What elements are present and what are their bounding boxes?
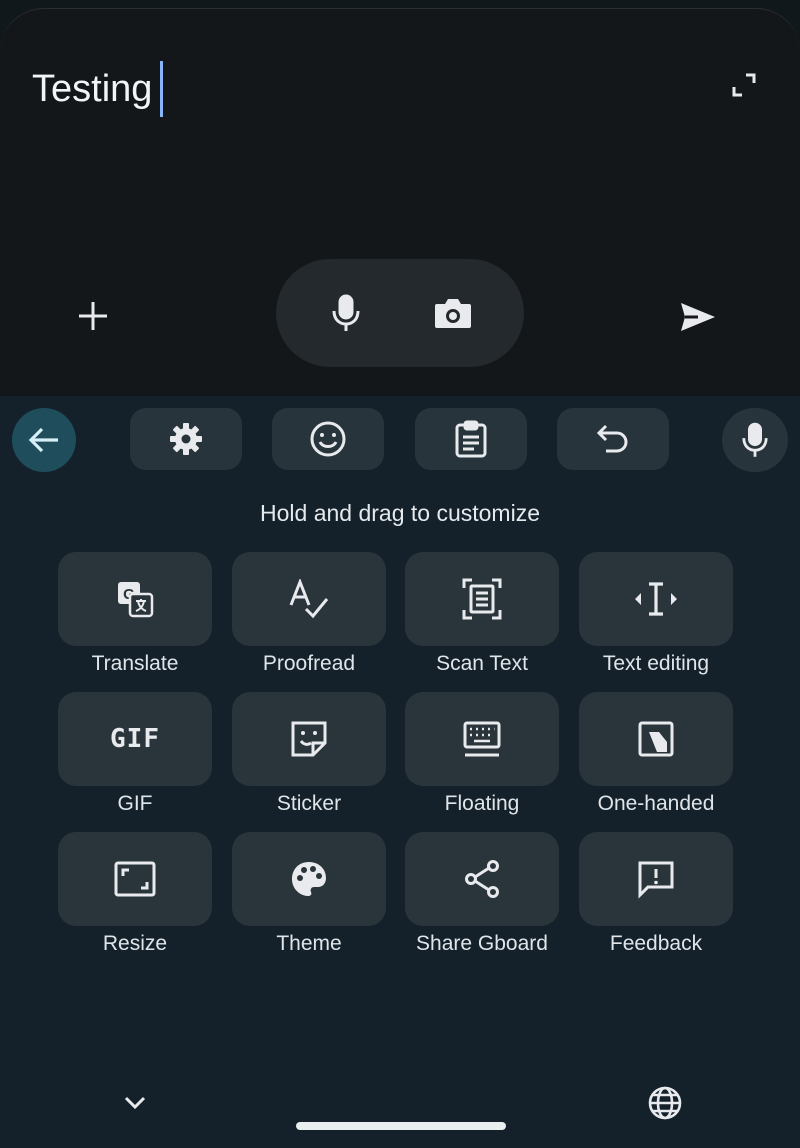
- tile-label: Feedback: [609, 932, 703, 955]
- message-text: Testing: [32, 67, 153, 110]
- tile-label: Translate: [91, 652, 179, 675]
- floating-button[interactable]: [405, 692, 559, 786]
- chevron-down-icon: [124, 1096, 146, 1110]
- tile-translate[interactable]: G Translate: [58, 552, 212, 676]
- tile-text-editing[interactable]: Text editing: [579, 552, 733, 676]
- emoji-button[interactable]: [272, 408, 384, 470]
- camera-button[interactable]: [430, 291, 476, 335]
- sticker-icon: [289, 719, 329, 759]
- gesture-home-bar[interactable]: [296, 1122, 506, 1130]
- one-handed-button[interactable]: [579, 692, 733, 786]
- text-cursor: [160, 61, 164, 117]
- tile-gif[interactable]: GIF GIF: [58, 692, 212, 816]
- tile-theme[interactable]: Theme: [232, 832, 386, 956]
- resize-icon: [114, 861, 156, 897]
- gear-icon: [168, 421, 204, 457]
- clipboard-icon: [454, 420, 488, 458]
- text-editing-button[interactable]: [579, 552, 733, 646]
- share-icon: [463, 859, 501, 899]
- tile-proofread[interactable]: Proofread: [232, 552, 386, 676]
- keyboard-panel: Hold and drag to customize G Translate P…: [0, 396, 800, 1148]
- gif-button[interactable]: GIF: [58, 692, 212, 786]
- plus-icon: [77, 300, 109, 332]
- compose-area: Testing: [0, 8, 800, 408]
- scan-text-icon: [462, 578, 502, 620]
- tile-floating[interactable]: Floating: [405, 692, 559, 816]
- tile-share-gboard[interactable]: Share Gboard: [405, 832, 559, 956]
- tile-sticker[interactable]: Sticker: [232, 692, 386, 816]
- tile-label: Text editing: [602, 652, 710, 675]
- tile-resize[interactable]: Resize: [58, 832, 212, 956]
- translate-icon: G: [115, 579, 155, 619]
- text-editing-icon: [633, 581, 679, 617]
- tile-label: Share Gboard: [416, 932, 548, 955]
- camera-icon: [433, 296, 473, 330]
- tile-one-handed[interactable]: One-handed: [579, 692, 733, 816]
- feedback-button[interactable]: [579, 832, 733, 926]
- language-switch-button[interactable]: [644, 1082, 686, 1124]
- emoji-icon: [309, 420, 347, 458]
- customize-hint: Hold and drag to customize: [260, 500, 540, 526]
- keyboard-toolbar: [0, 408, 800, 472]
- tile-label: Theme: [276, 932, 342, 955]
- tile-label: Scan Text: [436, 652, 528, 675]
- gif-icon: GIF: [110, 724, 160, 754]
- tile-label: Sticker: [276, 792, 342, 815]
- clipboard-button[interactable]: [415, 408, 527, 470]
- arrow-back-icon: [28, 426, 60, 454]
- media-pill: [276, 259, 524, 367]
- floating-keyboard-icon: [462, 720, 502, 758]
- tile-label: GIF: [117, 792, 153, 815]
- tile-feedback[interactable]: Feedback: [579, 832, 733, 956]
- translate-button[interactable]: G: [58, 552, 212, 646]
- undo-icon: [596, 424, 630, 454]
- tile-label: Resize: [102, 932, 168, 955]
- globe-icon: [647, 1085, 683, 1121]
- proofread-icon: [288, 579, 330, 619]
- back-button[interactable]: [12, 408, 76, 472]
- share-gboard-button[interactable]: [405, 832, 559, 926]
- send-icon: [680, 302, 716, 332]
- tile-label: One-handed: [597, 792, 715, 815]
- message-input[interactable]: Testing: [32, 61, 164, 117]
- palette-icon: [289, 859, 329, 899]
- resize-button[interactable]: [58, 832, 212, 926]
- tile-label: Proofread: [262, 652, 356, 675]
- undo-button[interactable]: [557, 408, 669, 470]
- voice-input-button[interactable]: [324, 291, 368, 335]
- sticker-button[interactable]: [232, 692, 386, 786]
- tile-label: Floating: [444, 792, 520, 815]
- settings-button[interactable]: [130, 408, 242, 470]
- scan-text-button[interactable]: [405, 552, 559, 646]
- mic-icon: [741, 421, 769, 459]
- collapse-keyboard-button[interactable]: [118, 1086, 152, 1120]
- proofread-button[interactable]: [232, 552, 386, 646]
- mic-icon: [331, 294, 361, 332]
- send-button[interactable]: [676, 295, 720, 339]
- expand-icon: [731, 72, 757, 98]
- voice-typing-button[interactable]: [722, 408, 788, 472]
- one-handed-icon: [637, 720, 675, 758]
- theme-button[interactable]: [232, 832, 386, 926]
- expand-button[interactable]: [726, 67, 762, 103]
- add-attachment-button[interactable]: [70, 293, 116, 339]
- feedback-icon: [636, 859, 676, 899]
- tile-scan-text[interactable]: Scan Text: [405, 552, 559, 676]
